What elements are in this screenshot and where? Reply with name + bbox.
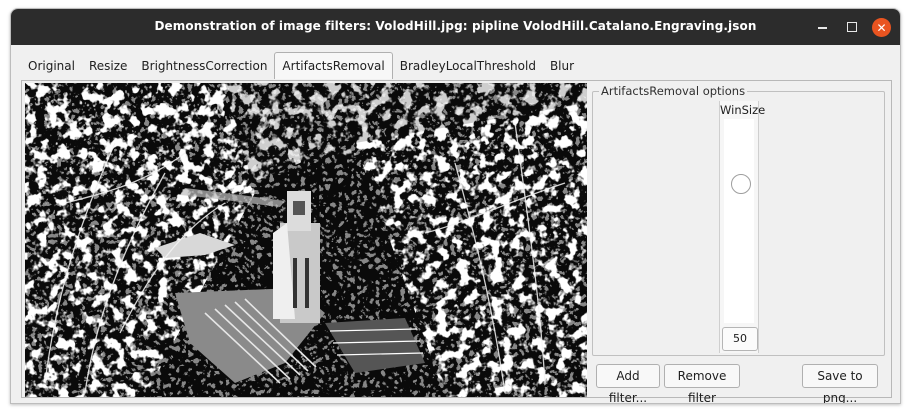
tab-resize[interactable]: Resize [82, 55, 134, 79]
winsize-label: WinSize [720, 103, 766, 117]
winsize-slider[interactable] [724, 119, 754, 323]
tab-brightness-correction[interactable]: BrightnessCorrection [134, 55, 274, 79]
engraved-hill-image [25, 83, 587, 397]
options-group: ArtifactsRemoval options WinSize 50 [592, 84, 885, 356]
add-filter-button[interactable]: Add filter... [596, 364, 660, 403]
remove-filter-button[interactable]: Remove filter [664, 364, 740, 403]
minimize-icon[interactable] [813, 18, 831, 36]
maximize-icon[interactable] [843, 18, 861, 36]
winsize-slider-panel: WinSize 50 [719, 101, 766, 353]
window-title: Demonstration of image filters: VolodHil… [154, 19, 757, 33]
filtered-image-preview [25, 83, 587, 397]
winsize-slider-handle[interactable] [731, 174, 751, 194]
tab-bradley-local-threshold[interactable]: BradleyLocalThreshold [393, 55, 543, 79]
save-to-png-button[interactable]: Save to png... [802, 364, 878, 403]
close-icon[interactable]: ✕ [872, 18, 891, 37]
app-window: Demonstration of image filters: VolodHil… [10, 8, 901, 404]
filter-tabs: Original Resize BrightnessCorrection Art… [21, 52, 581, 79]
tab-original[interactable]: Original [21, 55, 82, 79]
tab-blur[interactable]: Blur [543, 55, 581, 79]
title-bar: Demonstration of image filters: VolodHil… [11, 9, 900, 45]
tab-content: ArtifactsRemoval options WinSize 50 Add … [21, 80, 892, 403]
winsize-value-field[interactable]: 50 [722, 327, 758, 351]
tab-artifacts-removal[interactable]: ArtifactsRemoval [274, 52, 393, 79]
options-group-title: ArtifactsRemoval options [599, 84, 748, 98]
